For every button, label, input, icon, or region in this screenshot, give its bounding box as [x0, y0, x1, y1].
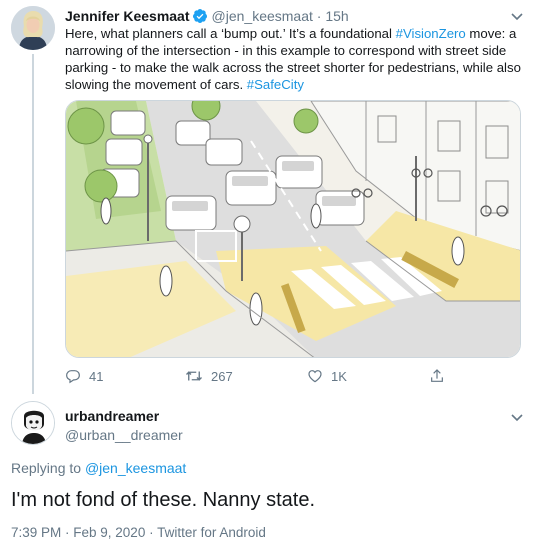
hashtag-link[interactable]: #SafeCity	[247, 77, 304, 92]
reply-author-name[interactable]: urbandreamer	[65, 407, 159, 425]
chevron-down-icon[interactable]	[510, 410, 524, 428]
retweet-count: 267	[211, 368, 233, 384]
street-illustration	[66, 101, 520, 357]
reply-text: I'm not fond of these. Nanny state.	[11, 489, 315, 511]
tweet: Jennifer Keesmaat @jen_keesmaat · 15h Her…	[0, 0, 534, 394]
reply-author-avatar[interactable]	[11, 401, 55, 445]
retweet-button[interactable]: 267	[185, 368, 233, 384]
tweet-timestamp[interactable]: 15h	[325, 8, 348, 24]
separator-dot: ·	[316, 8, 322, 24]
like-count: 1K	[331, 368, 347, 384]
author-name[interactable]: Jennifer Keesmaat	[65, 8, 190, 24]
thread-connector	[32, 54, 34, 394]
tweet-image[interactable]	[65, 100, 521, 358]
like-button[interactable]: 1K	[307, 368, 347, 384]
mention-link[interactable]: @jen_keesmaat	[85, 460, 186, 476]
replying-prefix: Replying to	[11, 460, 85, 476]
replying-to: Replying to @jen_keesmaat	[11, 459, 186, 477]
share-icon	[429, 368, 445, 384]
tweet-meta[interactable]: 7:39 PM · Feb 9, 2020 · Twitter for Andr…	[11, 524, 266, 542]
reply-icon	[65, 368, 81, 384]
tweet-text-part: Here, what planners call a ‘bump out.’ I…	[65, 26, 396, 41]
share-button[interactable]	[429, 368, 445, 384]
reply-button[interactable]: 41	[65, 368, 103, 384]
tweet-text: Here, what planners call a ‘bump out.’ I…	[65, 25, 527, 93]
tweet-actions: 41 267 1K	[65, 368, 465, 386]
reply-count: 41	[89, 368, 104, 384]
hashtag-link[interactable]: #VisionZero	[396, 26, 466, 41]
author-avatar[interactable]	[11, 6, 55, 50]
reply-author-handle[interactable]: @urban__dreamer	[65, 426, 183, 444]
heart-icon	[307, 368, 323, 384]
author-handle[interactable]: @jen_keesmaat	[212, 8, 313, 24]
retweet-icon	[185, 368, 203, 384]
